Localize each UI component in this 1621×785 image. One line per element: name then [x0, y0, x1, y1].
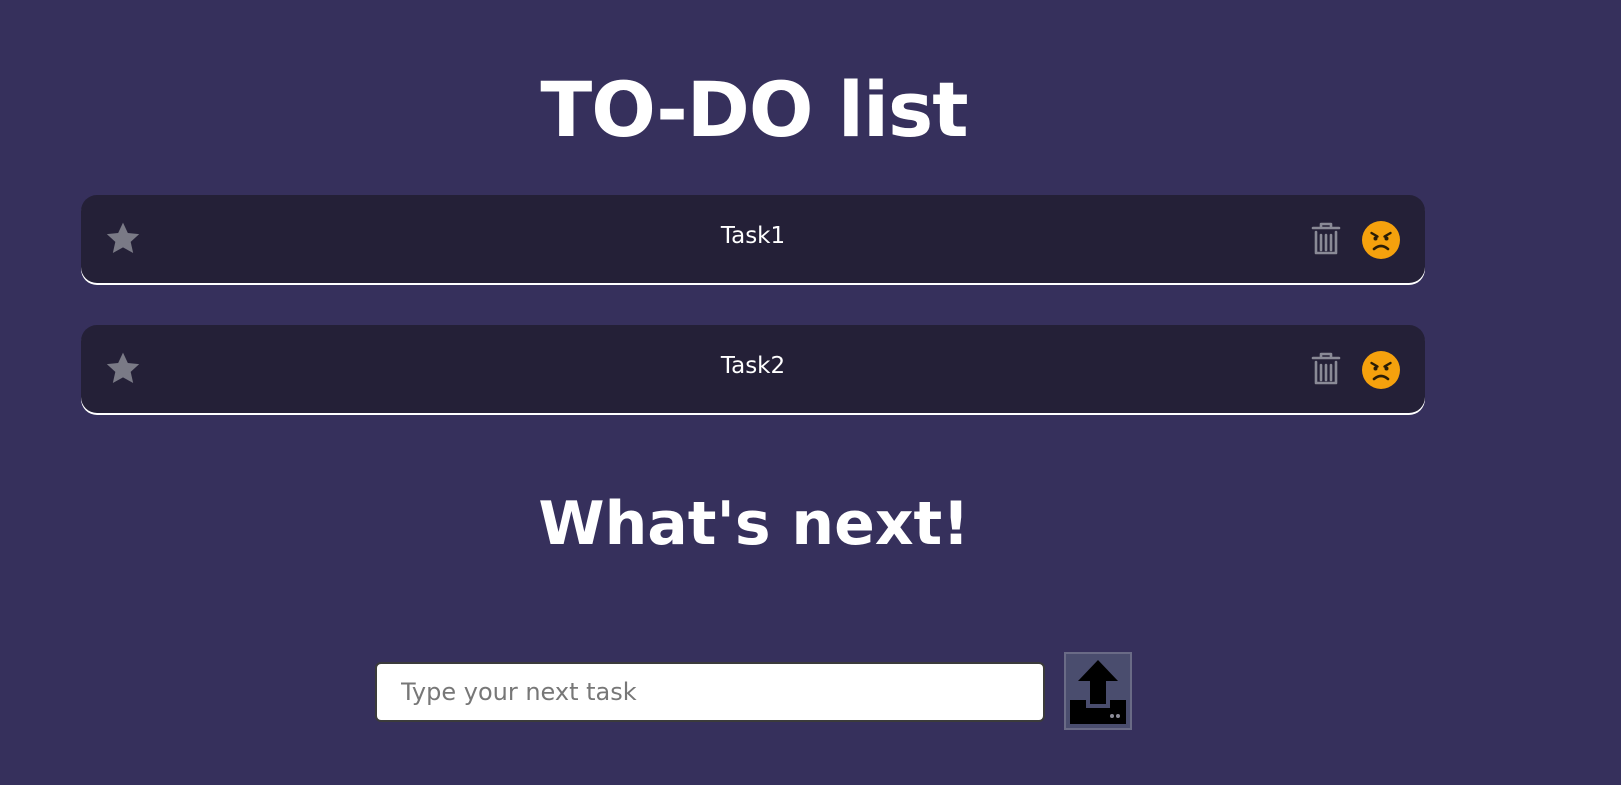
task-item: Task2	[81, 325, 1425, 413]
task-input[interactable]	[375, 662, 1045, 722]
task-list: Task1 Task2	[81, 195, 1425, 455]
page-title: TO-DO list	[540, 65, 968, 154]
angry-face-icon[interactable]	[1361, 220, 1401, 260]
trash-icon[interactable]	[1310, 221, 1342, 257]
task-label: Task2	[720, 353, 786, 379]
section-title: What's next!	[538, 489, 970, 559]
angry-face-icon[interactable]	[1361, 350, 1401, 390]
upload-icon	[1070, 660, 1126, 724]
task-label: Task1	[720, 223, 786, 249]
add-task-button[interactable]	[1064, 652, 1132, 730]
task-item: Task1	[81, 195, 1425, 283]
trash-icon[interactable]	[1310, 351, 1342, 387]
